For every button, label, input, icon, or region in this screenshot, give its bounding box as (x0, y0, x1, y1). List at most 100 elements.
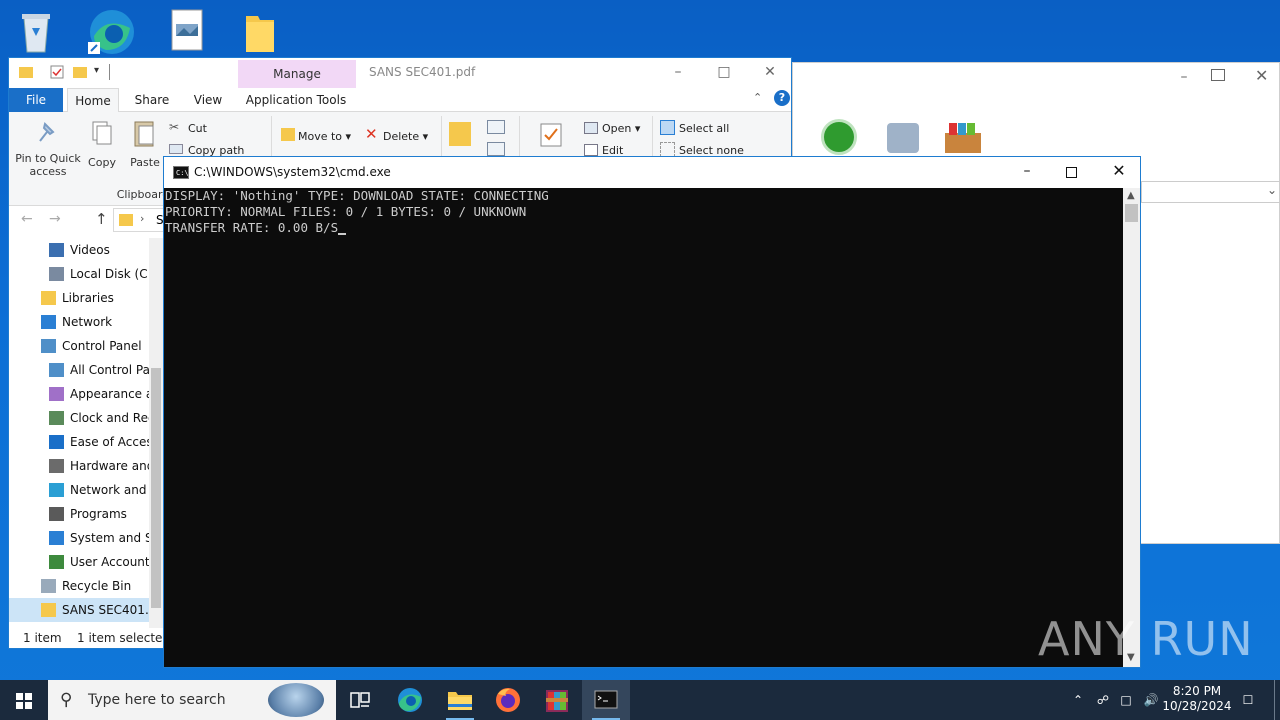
nav-item[interactable]: System and Sec (9, 526, 167, 550)
nav-item[interactable]: Control Panel (9, 334, 149, 358)
nav-item[interactable]: Clock and Regi (9, 406, 159, 430)
search-placeholder: Type here to search (88, 692, 226, 708)
anyrun-watermark: ANY RUN (1038, 612, 1254, 666)
network-status-icon[interactable]: ☍ (1094, 680, 1112, 720)
nav-item[interactable]: Ease of Access (9, 430, 159, 454)
nav-item[interactable]: Programs (9, 502, 149, 526)
scroll-up-icon[interactable]: ▲ (1127, 190, 1135, 201)
winrar-taskbar-button[interactable] (533, 680, 581, 720)
window-title: SANS SEC401.pdf (369, 65, 476, 79)
maximize-button[interactable] (1211, 69, 1225, 81)
bug-scanner-icon[interactable] (821, 119, 857, 155)
nav-item[interactable]: Local Disk (C:) (9, 262, 156, 286)
close-button[interactable]: ✕ (1096, 157, 1142, 187)
nav-item[interactable]: User Accounts (9, 550, 156, 574)
clock-icon (49, 411, 64, 425)
pin-to-quick-access-button[interactable]: Pin to Quick access (13, 152, 83, 178)
nav-item[interactable]: Recycle Bin (9, 574, 149, 598)
nav-item[interactable]: Videos (9, 238, 149, 262)
nav-item[interactable]: Hardware and (9, 454, 154, 478)
new-folder-icon[interactable] (72, 64, 88, 80)
address-field[interactable] (1141, 181, 1280, 203)
winrar-icon[interactable] (943, 121, 983, 155)
open-button[interactable]: Open ▾ (602, 122, 640, 135)
nav-item-label: Recycle Bin (62, 579, 132, 593)
tab-view[interactable]: View (183, 88, 233, 112)
new-folder-icon[interactable] (449, 122, 471, 146)
delete-icon: ✕ (365, 125, 378, 143)
show-desktop-button[interactable] (1274, 680, 1275, 720)
recycle-bin-icon[interactable] (14, 6, 62, 56)
minimize-button[interactable]: – (655, 58, 701, 88)
new-item-icon[interactable] (487, 120, 505, 134)
nav-item[interactable]: All Control Par (9, 358, 155, 382)
nav-item[interactable]: SANS SEC401.pd (9, 598, 164, 622)
nav-item-label: Network (62, 315, 113, 329)
scissors-icon: ✂ (169, 120, 180, 134)
nav-item[interactable]: Network and Ir (9, 478, 159, 502)
search-box[interactable]: ⚲ Type here to search (48, 680, 336, 720)
cut-button[interactable]: Cut (188, 122, 207, 135)
tab-share[interactable]: Share (127, 88, 177, 112)
maximize-button[interactable] (1066, 167, 1077, 178)
close-button[interactable]: ✕ (1255, 66, 1268, 85)
folder-icon[interactable] (238, 6, 286, 56)
nav-item[interactable]: Network (9, 310, 149, 334)
scroll-thumb[interactable] (1125, 204, 1138, 222)
properties-icon[interactable] (49, 64, 65, 80)
paste-button[interactable]: Paste (127, 156, 163, 169)
image-file-icon[interactable] (164, 6, 212, 56)
close-button[interactable]: ✕ (747, 58, 791, 88)
volume-icon[interactable]: 🔊 (1140, 680, 1162, 720)
console-output[interactable]: DISPLAY: 'Nothing' TYPE: DOWNLOAD STATE:… (164, 188, 1124, 667)
file-explorer-taskbar-button[interactable] (436, 680, 484, 720)
select-all-button[interactable]: Select all (679, 122, 729, 135)
notes-icon[interactable] (887, 123, 919, 153)
firefox-taskbar-button[interactable] (484, 680, 532, 720)
maximize-button[interactable]: □ (701, 58, 747, 88)
collapse-ribbon-icon[interactable]: ⌃ (753, 91, 762, 104)
nav-item[interactable]: Appearance an (9, 382, 161, 406)
drive-icon (49, 267, 64, 281)
easy-access-icon[interactable] (487, 142, 505, 156)
nav-item-label: All Control Par (70, 363, 155, 377)
move-to-button[interactable]: Move to ▾ (298, 130, 351, 143)
copy-button[interactable]: Copy (85, 156, 119, 169)
videos-icon (49, 243, 64, 257)
ease-of-access-icon (49, 435, 64, 449)
display-icon[interactable]: □ (1116, 680, 1136, 720)
properties-icon[interactable] (539, 122, 563, 148)
tab-file[interactable]: File (9, 88, 63, 112)
scroll-thumb[interactable] (151, 368, 161, 608)
network-internet-icon (49, 483, 64, 497)
task-view-button[interactable] (336, 680, 384, 720)
notifications-icon[interactable]: ☐ (1236, 680, 1260, 720)
tab-manage[interactable]: Manage (238, 60, 356, 88)
help-icon[interactable]: ? (774, 90, 790, 106)
control-panel-icon (41, 339, 56, 353)
navigation-scrollbar[interactable] (149, 238, 163, 628)
minimize-button[interactable]: – (1169, 69, 1199, 85)
tab-home[interactable]: Home (67, 88, 119, 113)
clock[interactable]: 8:20 PM 10/28/2024 (1160, 680, 1234, 720)
nav-item[interactable]: Libraries (9, 286, 149, 310)
console-line: PRIORITY: NORMAL FILES: 0 / 1 BYTES: 0 /… (165, 204, 527, 219)
chevron-down-icon[interactable]: ⌄ (1267, 183, 1277, 197)
tab-application-tools[interactable]: Application Tools (241, 88, 351, 112)
minimize-button[interactable]: – (1004, 157, 1050, 187)
show-hidden-icons-button[interactable]: ⌃ (1068, 680, 1088, 720)
up-arrow-icon[interactable]: ↑ (95, 210, 108, 228)
edge-taskbar-button[interactable] (386, 680, 434, 720)
delete-button[interactable]: Delete ▾ (383, 130, 428, 143)
customize-quick-access-icon[interactable]: ▾ (94, 65, 99, 76)
console-scrollbar[interactable]: ▲ ▼ (1123, 188, 1140, 667)
move-to-label: Move to (298, 130, 343, 143)
start-button[interactable] (0, 680, 48, 720)
console-line: TRANSFER RATE: 0.00 B/S (165, 220, 1124, 236)
edge-icon[interactable] (86, 6, 134, 56)
cmd-taskbar-button[interactable] (582, 680, 630, 720)
forward-arrow-icon[interactable]: → (49, 211, 61, 227)
move-to-icon (281, 128, 295, 141)
open-label: Open (602, 122, 632, 135)
back-arrow-icon[interactable]: ← (21, 211, 33, 227)
